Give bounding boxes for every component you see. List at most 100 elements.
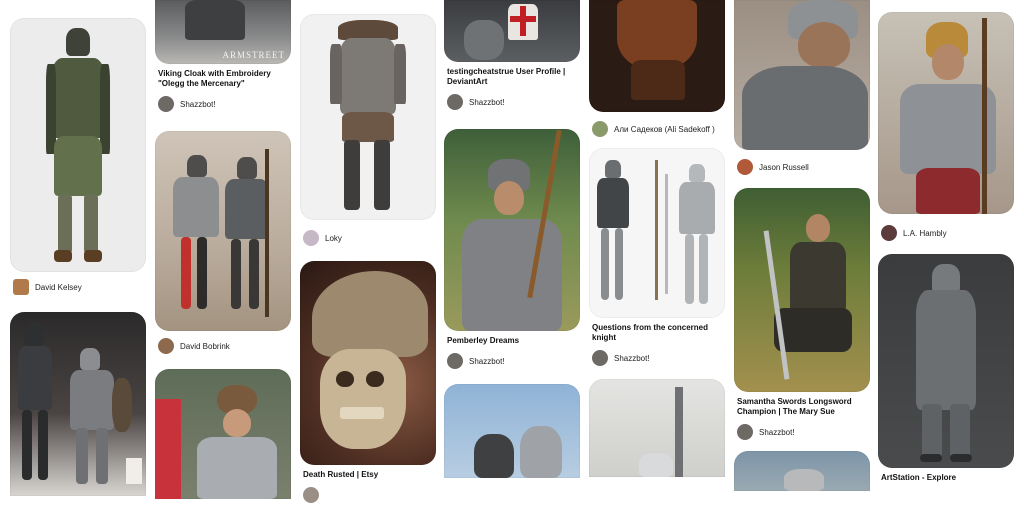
pin-image[interactable]	[589, 379, 725, 477]
pin-image[interactable]	[734, 0, 870, 150]
pin-meta: Jason Russell	[737, 158, 867, 176]
pin-meta: Али Садеков (Ali Sadekoff )	[592, 120, 722, 138]
user-name[interactable]: David Kelsey	[35, 283, 82, 292]
pin-card[interactable]	[10, 312, 146, 496]
pin-card[interactable]	[734, 451, 870, 491]
roman-legionary-figure	[886, 18, 1010, 214]
pin-meta: Shazzbot!	[592, 349, 722, 367]
skull-helmet-figure	[306, 267, 432, 463]
pin-card[interactable]	[155, 369, 291, 499]
helmeted-knights-figure	[474, 426, 574, 478]
pin-image[interactable]: ARMSTREET	[155, 0, 291, 64]
pin-meta: Shazzbot!	[447, 93, 577, 111]
pin-image[interactable]	[589, 0, 725, 112]
user-name[interactable]: Shazzbot!	[180, 100, 216, 109]
helmet-shape	[784, 469, 824, 491]
user-name[interactable]: Shazzbot!	[614, 354, 650, 363]
user-avatar[interactable]	[13, 279, 29, 295]
sword-and-helm-figure	[629, 387, 709, 477]
pin-card[interactable]	[589, 379, 725, 477]
pin-title[interactable]: Death Rusted | Etsy	[303, 470, 433, 480]
pin-image[interactable]	[878, 254, 1014, 468]
user-name[interactable]: L.A. Hambly	[903, 229, 947, 238]
user-avatar[interactable]	[158, 338, 174, 354]
pin-card[interactable]: Samantha Swords Longsword Champion | The…	[734, 188, 870, 441]
pin-image[interactable]	[734, 451, 870, 491]
older-knight-figure	[450, 129, 576, 331]
pin-image[interactable]	[444, 129, 580, 331]
pin-card[interactable]: ARMSTREET Viking Cloak with Embroidery "…	[155, 0, 291, 113]
pin-image[interactable]	[444, 384, 580, 478]
user-name[interactable]: Shazzbot!	[469, 98, 505, 107]
pin-card[interactable]: David Bobrink	[155, 131, 291, 355]
pin-title[interactable]: Viking Cloak with Embroidery "Olegg the …	[158, 69, 288, 89]
pin-column-4: testingcheatstrue User Profile | Deviant…	[444, 0, 580, 488]
user-avatar[interactable]	[447, 353, 463, 369]
user-avatar[interactable]	[592, 121, 608, 137]
pin-image[interactable]	[10, 18, 146, 272]
user-avatar[interactable]	[447, 94, 463, 110]
user-name[interactable]: Shazzbot!	[469, 357, 505, 366]
crusader-tabard-figure	[464, 0, 564, 62]
kneeling-swordswoman-figure	[750, 212, 860, 388]
pin-column-6: Jason Russell Samantha Swords Longsword …	[734, 0, 870, 501]
user-name[interactable]: Shazzbot!	[759, 428, 795, 437]
image-watermark: ARMSTREET	[222, 50, 285, 60]
pin-card[interactable]: Али Садеков (Ali Sadekoff )	[589, 0, 725, 138]
pin-card[interactable]: testingcheatstrue User Profile | Deviant…	[444, 0, 580, 111]
pin-image[interactable]	[589, 148, 725, 318]
two-knights-figure	[163, 149, 287, 327]
pin-meta	[303, 486, 433, 504]
user-avatar[interactable]	[592, 350, 608, 366]
pin-card[interactable]: Loky	[300, 14, 436, 247]
pin-card[interactable]: David Kelsey	[10, 18, 146, 296]
armor-statue-figures	[14, 318, 142, 494]
pin-column-7: L.A. Hambly ArtStation - Explore	[878, 0, 1014, 493]
pin-card[interactable]: Pemberley Dreams Shazzbot!	[444, 129, 580, 370]
user-avatar[interactable]	[881, 225, 897, 241]
pin-card[interactable]: L.A. Hambly	[878, 12, 1014, 242]
pin-image[interactable]	[300, 14, 436, 220]
pin-card[interactable]: ArtStation - Explore	[878, 254, 1014, 483]
armor-weapons-chart-figure	[593, 154, 721, 314]
pin-title[interactable]: Samantha Swords Longsword Champion | The…	[737, 397, 867, 417]
user-avatar[interactable]	[303, 487, 319, 503]
user-avatar[interactable]	[303, 230, 319, 246]
pin-title[interactable]: Questions from the concerned knight	[592, 323, 722, 343]
pin-title[interactable]: Pemberley Dreams	[447, 336, 577, 346]
pin-image[interactable]	[10, 312, 146, 496]
fur-hat-warrior-figure	[185, 385, 285, 499]
user-name[interactable]: Али Садеков (Ali Sadekoff )	[614, 125, 715, 134]
user-avatar[interactable]	[158, 96, 174, 112]
pin-column-2: ARMSTREET Viking Cloak with Embroidery "…	[155, 0, 291, 509]
user-avatar[interactable]	[737, 159, 753, 175]
pin-title[interactable]: testingcheatstrue User Profile | Deviant…	[447, 67, 577, 87]
pin-title[interactable]: ArtStation - Explore	[881, 473, 1011, 483]
pin-column-5: Али Садеков (Ali Sadekoff ) Questions fr…	[589, 0, 725, 487]
leather-gambeson-figure	[613, 0, 703, 112]
user-avatar[interactable]	[737, 424, 753, 440]
user-name[interactable]: Loky	[325, 234, 342, 243]
pin-card[interactable]: Jason Russell	[734, 0, 870, 176]
pin-image[interactable]	[300, 261, 436, 465]
helmeted-man-figure	[738, 0, 868, 150]
pin-image[interactable]	[444, 0, 580, 62]
user-name[interactable]: Jason Russell	[759, 163, 809, 172]
pin-column-1: David Kelsey	[10, 0, 146, 506]
pin-meta: Loky	[303, 229, 433, 247]
pin-image[interactable]	[155, 369, 291, 499]
pin-meta: L.A. Hambly	[881, 224, 1011, 242]
pin-image[interactable]	[734, 188, 870, 392]
pin-image[interactable]	[155, 131, 291, 331]
pin-meta: Shazzbot!	[447, 352, 577, 370]
pin-image[interactable]	[878, 12, 1014, 214]
hooded-soldier-figure	[906, 264, 986, 464]
pin-meta: Shazzbot!	[737, 423, 867, 441]
pin-meta: Shazzbot!	[158, 95, 288, 113]
pin-meta: David Kelsey	[13, 278, 143, 296]
pin-column-3: Loky Death Rusted | Etsy	[300, 0, 436, 514]
user-name[interactable]: David Bobrink	[180, 342, 230, 351]
pin-card[interactable]: Death Rusted | Etsy	[300, 261, 436, 504]
pin-card[interactable]	[444, 384, 580, 478]
pin-card[interactable]: Questions from the concerned knight Shaz…	[589, 148, 725, 367]
